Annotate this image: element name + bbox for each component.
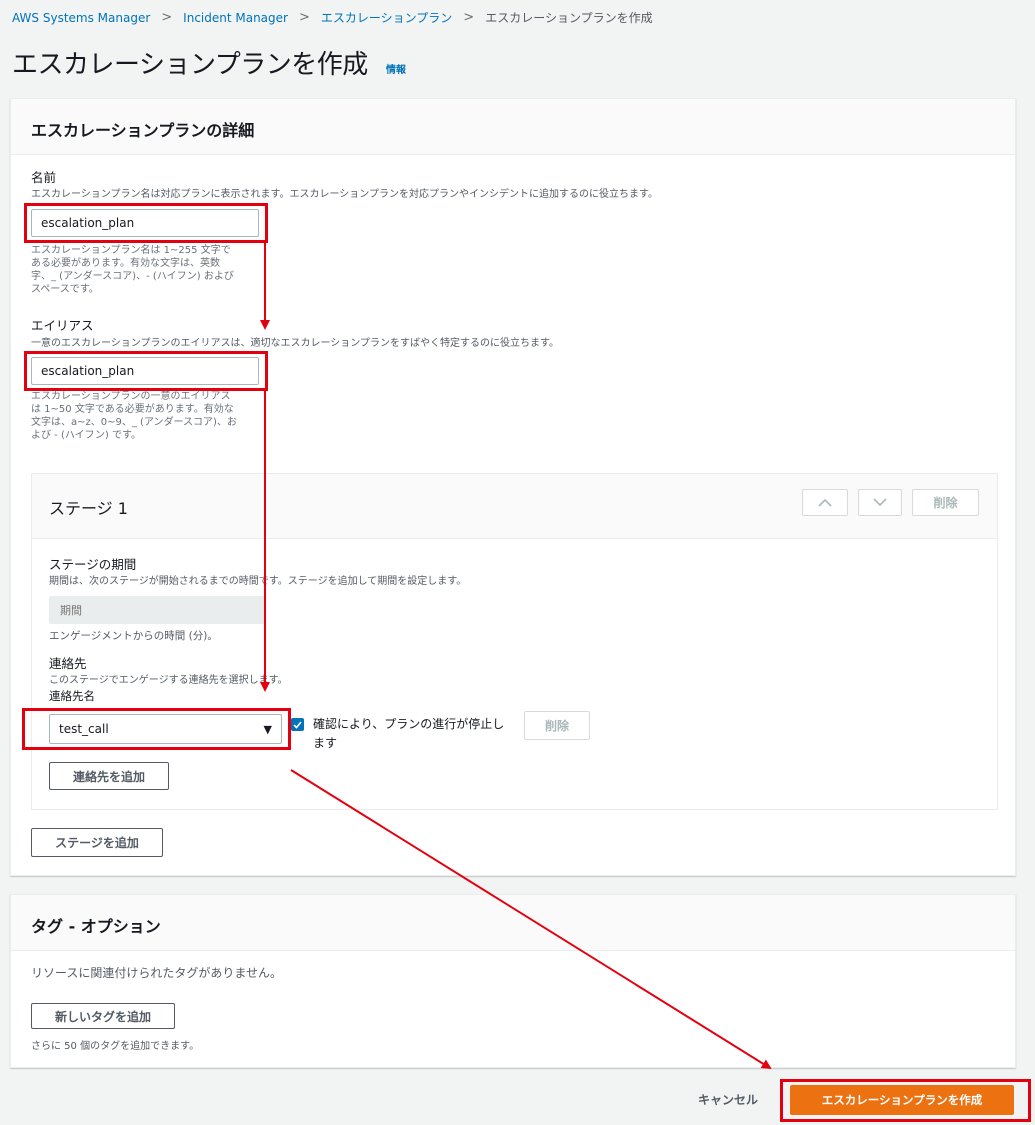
annotation-arrows: [260, 243, 772, 1070]
annotation-arrow-contact-to-submit: [290, 769, 772, 1070]
